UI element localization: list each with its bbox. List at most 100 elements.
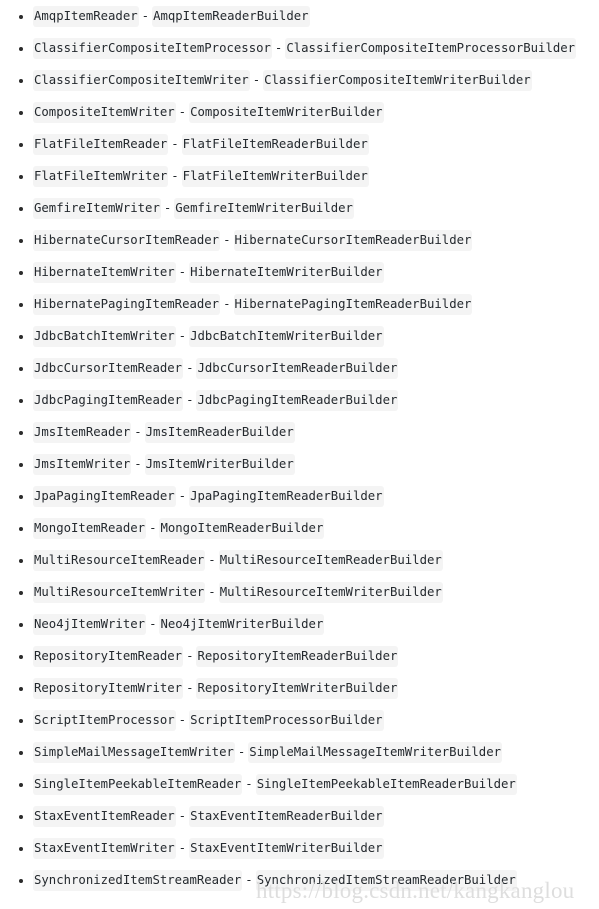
separator-dash: - (186, 361, 194, 376)
builder-class-name: MongoItemReaderBuilder (159, 518, 325, 540)
component-class-name: CompositeItemWriter (33, 102, 176, 124)
builder-class-name: MultiResourceItemReaderBuilder (218, 550, 443, 572)
builder-class-name: SingleItemPeekableItemReaderBuilder (255, 774, 517, 796)
list-item: JpaPagingItemReader - JpaPagingItemReaderB… (0, 481, 599, 513)
bullet-icon (19, 175, 23, 179)
separator-dash: - (141, 9, 150, 24)
list-item: StaxEventItemWriter - StaxEventItemWriterB… (0, 833, 599, 865)
list-item: ScriptItemProcessor - ScriptItemProcessorB… (0, 705, 599, 737)
builder-list: AmqpItemReader - AmqpItemReaderBuilder Clas… (0, 1, 599, 897)
separator-dash: - (237, 745, 246, 760)
separator-dash: - (149, 617, 157, 632)
separator-dash: - (223, 297, 231, 312)
builder-class-name: HibernateItemWriterBuilder (189, 262, 384, 284)
component-class-name: ClassifierCompositeItemWriter (33, 70, 250, 92)
separator-dash: - (274, 41, 283, 56)
list-item: HibernateItemWriter - HibernateItemWriterB… (0, 257, 599, 289)
separator-dash: - (178, 489, 187, 504)
list-item: HibernatePagingItemReader - HibernatePagin… (0, 289, 599, 321)
separator-dash: - (178, 809, 187, 824)
bullet-icon (19, 271, 23, 275)
component-class-name: FlatFileItemWriter (33, 166, 169, 188)
separator-dash: - (252, 73, 261, 88)
builder-class-name: SimpleMailMessageItemWriterBuilder (248, 742, 503, 764)
builder-class-name: MultiResourceItemWriterBuilder (218, 582, 443, 604)
separator-dash: - (245, 873, 253, 888)
builder-class-name: JdbcCursorItemReaderBuilder (196, 358, 399, 380)
bullet-icon (19, 495, 23, 499)
bullet-icon (19, 15, 23, 19)
bullet-icon (19, 783, 23, 787)
separator-dash: - (245, 777, 253, 792)
list-item: SingleItemPeekableItemReader - SingleItemP… (0, 769, 599, 801)
component-class-name: RepositoryItemWriter (33, 678, 184, 700)
component-class-name: StaxEventItemReader (33, 806, 176, 828)
list-item: SynchronizedItemStreamReader - Synchronize… (0, 865, 599, 897)
separator-dash: - (163, 201, 172, 216)
component-class-name: MongoItemReader (33, 518, 147, 540)
list-item: SimpleMailMessageItemWriter - SimpleMailMe… (0, 737, 599, 769)
component-class-name: SimpleMailMessageItemWriter (33, 742, 235, 764)
list-item: HibernateCursorItemReader - HibernateCurso… (0, 225, 599, 257)
bullet-icon (19, 111, 23, 115)
bullet-icon (19, 335, 23, 339)
component-class-name: HibernatePagingItemReader (33, 294, 221, 316)
builder-class-name: CompositeItemWriterBuilder (189, 102, 384, 124)
builder-class-name: RepositoryItemReaderBuilder (196, 646, 399, 668)
builder-class-name: FlatFileItemWriterBuilder (181, 166, 369, 188)
document-root: AmqpItemReader - AmqpItemReaderBuilder Clas… (0, 0, 599, 909)
component-class-name: JmsItemReader (33, 422, 132, 444)
bullet-icon (19, 303, 23, 307)
component-class-name: SingleItemPeekableItemReader (33, 774, 243, 796)
component-class-name: JdbcPagingItemReader (33, 390, 184, 412)
bullet-icon (19, 527, 23, 531)
builder-class-name: ClassifierCompositeItemWriterBuilder (263, 70, 532, 92)
builder-class-name: RepositoryItemWriterBuilder (196, 678, 399, 700)
separator-dash: - (186, 393, 194, 408)
separator-dash: - (208, 553, 216, 568)
separator-dash: - (134, 457, 142, 472)
component-class-name: JpaPagingItemReader (33, 486, 176, 508)
list-item: RepositoryItemWriter - RepositoryItemWrite… (0, 673, 599, 705)
component-class-name: StaxEventItemWriter (33, 838, 176, 860)
list-item: AmqpItemReader - AmqpItemReaderBuilder (0, 1, 599, 33)
list-item: FlatFileItemWriter - FlatFileItemWriterBui… (0, 161, 599, 193)
bullet-icon (19, 559, 23, 563)
list-item: JmsItemWriter - JmsItemWriterBuilder (0, 449, 599, 481)
separator-dash: - (208, 585, 216, 600)
separator-dash: - (223, 233, 231, 248)
list-item: Neo4jItemWriter - Neo4jItemWriterBuilder (0, 609, 599, 641)
builder-class-name: JmsItemWriterBuilder (144, 454, 295, 476)
component-class-name: JdbcBatchItemWriter (33, 326, 176, 348)
bullet-icon (19, 591, 23, 595)
list-item: JmsItemReader - JmsItemReaderBuilder (0, 417, 599, 449)
bullet-icon (19, 623, 23, 627)
component-class-name: RepositoryItemReader (33, 646, 184, 668)
bullet-icon (19, 655, 23, 659)
separator-dash: - (171, 169, 179, 184)
list-item: StaxEventItemReader - StaxEventItemReaderB… (0, 801, 599, 833)
list-item: JdbcCursorItemReader - JdbcCursorItemReade… (0, 353, 599, 385)
bullet-icon (19, 143, 23, 147)
list-item: MultiResourceItemReader - MultiResourceIte… (0, 545, 599, 577)
component-class-name: ScriptItemProcessor (33, 710, 176, 732)
builder-class-name: Neo4jItemWriterBuilder (159, 614, 325, 636)
builder-class-name: ScriptItemProcessorBuilder (189, 710, 384, 732)
separator-dash: - (134, 425, 142, 440)
builder-class-name: SynchronizedItemStreamReaderBuilder (255, 870, 517, 892)
list-item: MongoItemReader - MongoItemReaderBuilder (0, 513, 599, 545)
component-class-name: JmsItemWriter (33, 454, 132, 476)
bullet-icon (19, 399, 23, 403)
component-class-name: GemfireItemWriter (33, 198, 161, 220)
bullet-icon (19, 239, 23, 243)
component-class-name: MultiResourceItemWriter (33, 582, 206, 604)
separator-dash: - (186, 681, 194, 696)
separator-dash: - (186, 649, 194, 664)
separator-dash: - (178, 713, 187, 728)
separator-dash: - (178, 329, 187, 344)
component-class-name: Neo4jItemWriter (33, 614, 147, 636)
list-item: JdbcBatchItemWriter - JdbcBatchItemWriterB… (0, 321, 599, 353)
builder-class-name: JmsItemReaderBuilder (144, 422, 295, 444)
list-item: JdbcPagingItemReader - JdbcPagingItemReade… (0, 385, 599, 417)
builder-class-name: FlatFileItemReaderBuilder (181, 134, 369, 156)
